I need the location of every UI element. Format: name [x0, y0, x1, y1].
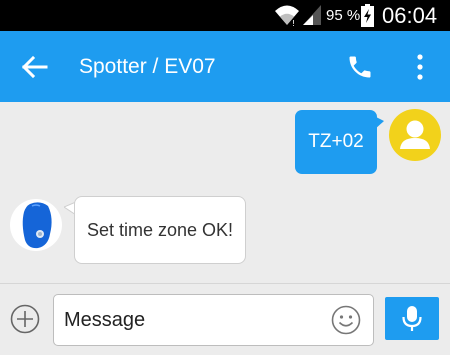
outgoing-message-text: TZ+02: [308, 131, 364, 152]
clock: 06:04: [382, 3, 438, 28]
mic-icon: [402, 306, 422, 331]
phone-icon[interactable]: [346, 53, 374, 81]
outgoing-message-bubble[interactable]: TZ+02: [295, 110, 377, 174]
more-vert-icon[interactable]: [408, 52, 432, 82]
gps-tracker-device-icon[interactable]: [10, 198, 62, 252]
message-input[interactable]: [64, 307, 314, 333]
message-field[interactable]: [53, 294, 374, 346]
conversation-title: Spotter / EV07: [79, 55, 216, 78]
battery-percent: 95 %: [326, 7, 361, 24]
battery-charging-icon: [361, 4, 374, 27]
status-bar: ! 95 % 06:04: [0, 0, 450, 31]
bubble-tail: [374, 116, 384, 130]
incoming-message-bubble[interactable]: Set time zone OK!: [74, 196, 246, 264]
incoming-message-text: Set time zone OK!: [86, 219, 234, 240]
composer-divider: [0, 283, 450, 284]
mic-button[interactable]: [385, 297, 439, 340]
wifi-icon: !: [275, 5, 299, 27]
app-bar: Spotter / EV07: [0, 31, 450, 102]
add-circle-icon[interactable]: [10, 304, 40, 334]
back-arrow-icon[interactable]: [20, 53, 50, 81]
emoji-icon[interactable]: [330, 304, 362, 336]
user-avatar-icon[interactable]: [389, 109, 441, 161]
svg-text:!: !: [292, 19, 295, 27]
signal-icon: [303, 5, 321, 25]
